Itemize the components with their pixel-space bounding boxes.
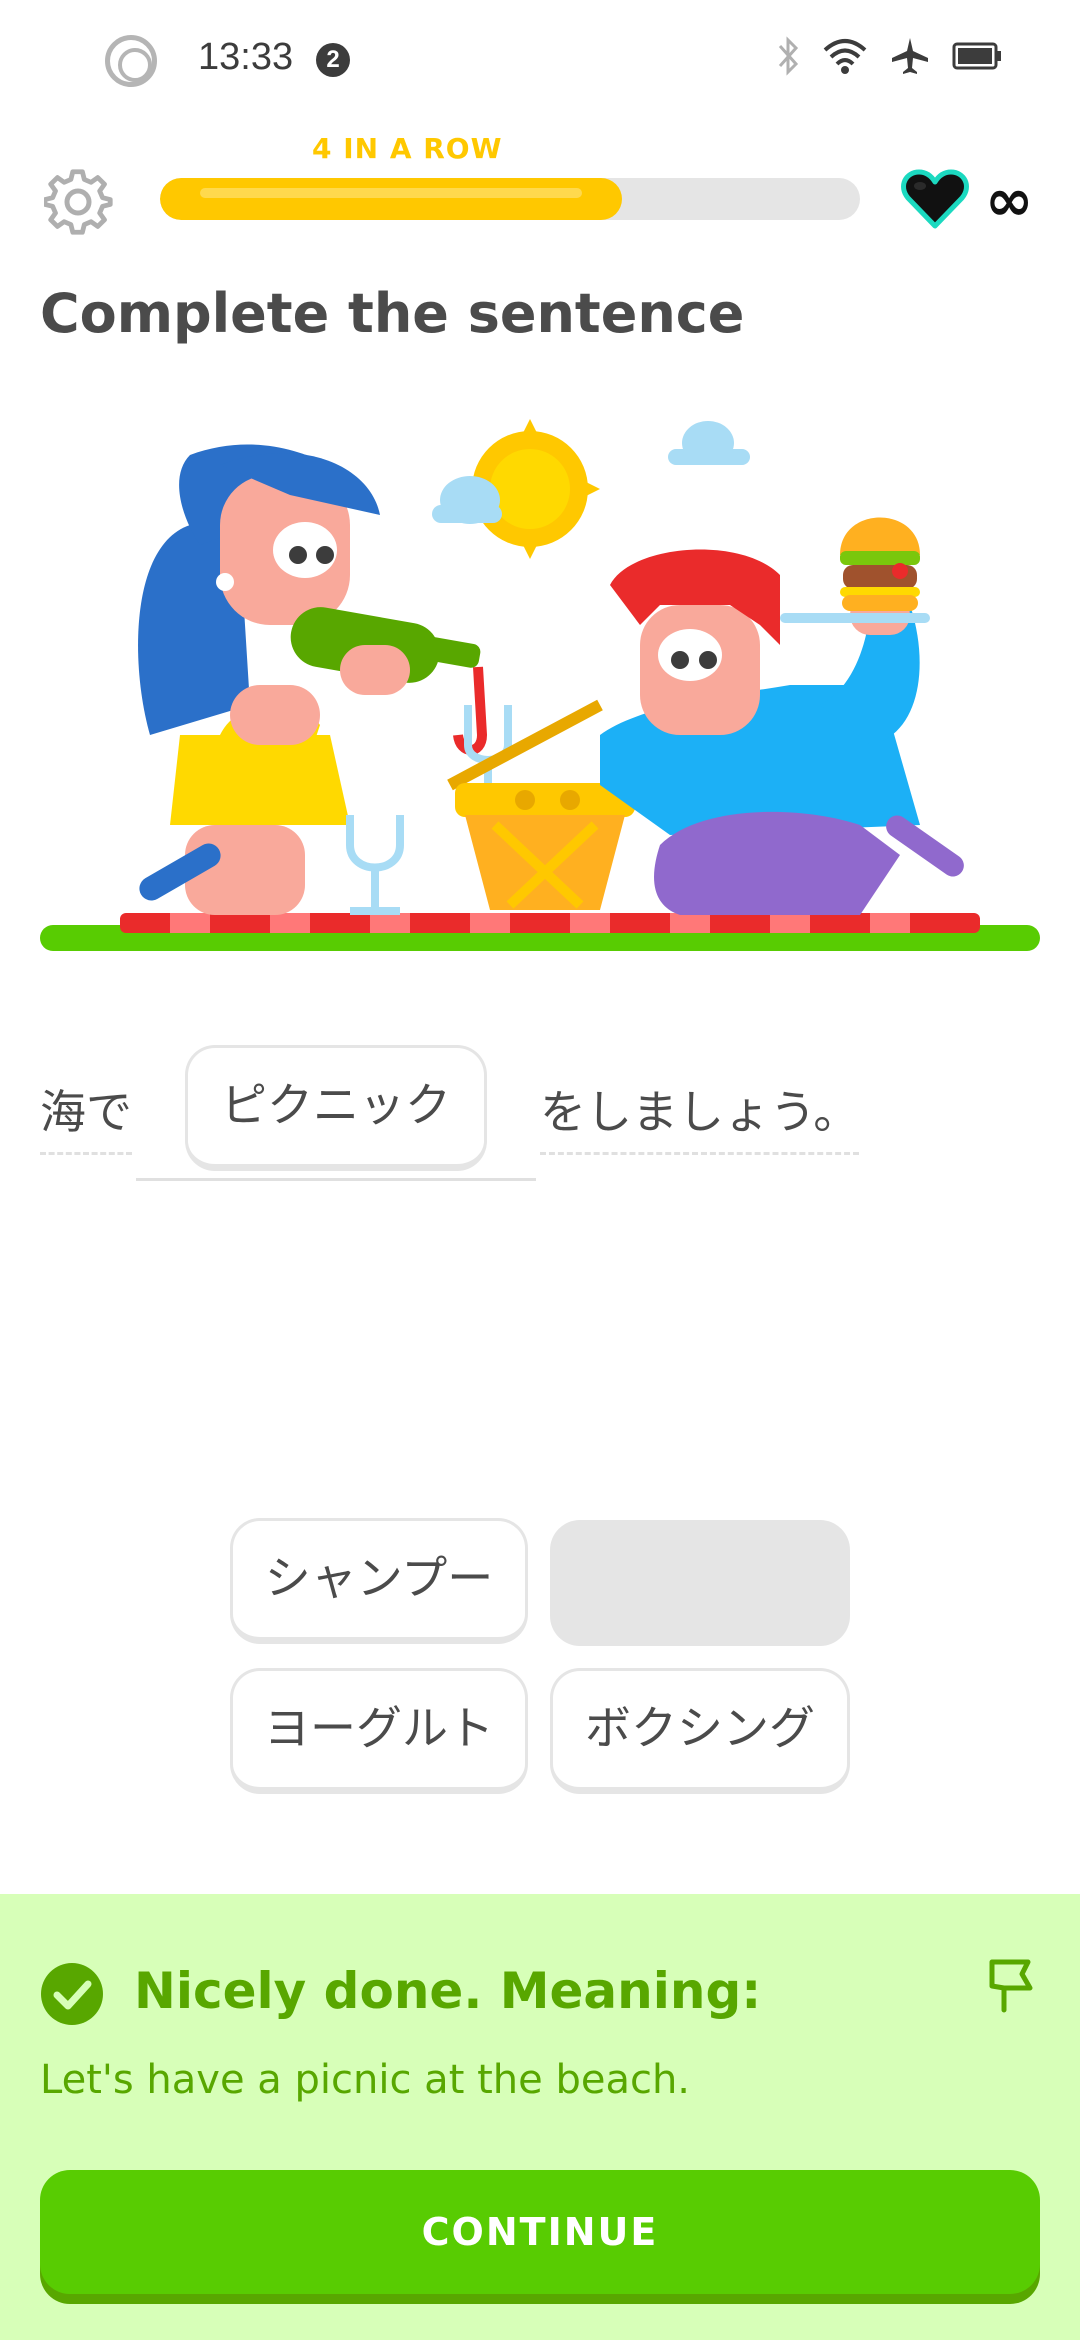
settings-button[interactable]: [42, 168, 114, 238]
report-flag-icon[interactable]: [984, 1958, 1036, 2014]
lives-count: ∞: [985, 166, 1034, 234]
hearts-button[interactable]: [900, 168, 970, 232]
streak-label: 4 IN A ROW: [312, 132, 503, 165]
lesson-progress-bar: [160, 178, 860, 220]
word-bank-chip[interactable]: シャンプー: [230, 1518, 528, 1644]
gear-icon: [42, 169, 113, 235]
status-time: 13:33: [198, 36, 294, 78]
notification-count-badge: 2: [316, 43, 350, 77]
exercise-instruction: Complete the sentence: [40, 282, 745, 345]
status-bar: 13:33 2: [0, 0, 1080, 120]
feedback-meaning: Let's have a picnic at the beach.: [40, 2057, 691, 2103]
status-icons: [776, 36, 1002, 76]
wifi-icon: [823, 39, 867, 74]
feedback-title: Nicely done. Meaning:: [134, 1962, 762, 2020]
check-circle-icon: [41, 1963, 103, 2025]
answer-slot: [136, 1178, 536, 1181]
lesson-progress-fill: [160, 178, 622, 220]
bluetooth-icon: [778, 36, 799, 76]
sentence-prefix: 海で: [40, 1076, 132, 1155]
lesson-progress-shine: [200, 188, 582, 198]
word-bank-chip[interactable]: ヨーグルト: [230, 1668, 528, 1794]
airplane-mode-icon: [892, 38, 928, 74]
word-bank-empty-slot: [550, 1520, 850, 1646]
continue-button[interactable]: CONTINUE: [40, 2170, 1040, 2294]
picnic-blanket: [120, 913, 980, 933]
picnic-illustration: [40, 419, 1040, 951]
sentence-suffix: をしましょう。: [540, 1076, 860, 1155]
heart-icon: [901, 169, 969, 229]
record-indicator-icon: [105, 35, 157, 87]
burger-icon: [840, 517, 920, 611]
word-bank-chip[interactable]: ボクシング: [550, 1668, 850, 1794]
battery-icon: [952, 42, 1001, 70]
selected-answer-chip[interactable]: ピクニック: [185, 1045, 487, 1171]
